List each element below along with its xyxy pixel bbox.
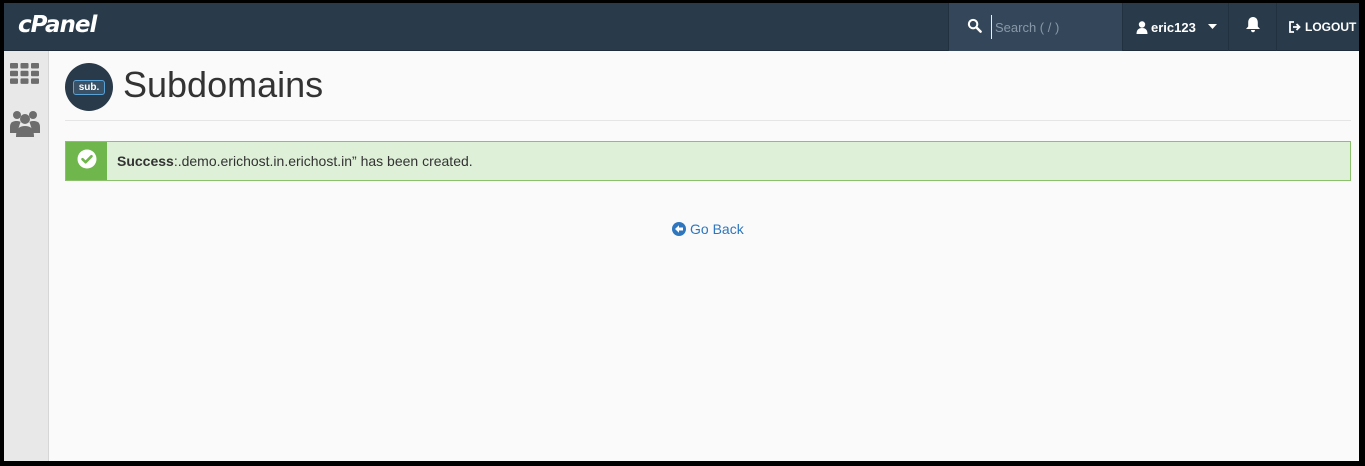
success-alert: Success:.demo.erichost.in.erichost.in” h… — [65, 141, 1351, 181]
cpanel-logo[interactable]: cPanel — [18, 12, 97, 38]
alert-label: Success — [117, 153, 174, 169]
search-box — [948, 3, 1122, 51]
logout-label: LOGOUT — [1305, 20, 1357, 34]
alert-message: Success:.demo.erichost.in.erichost.in” h… — [117, 153, 473, 169]
main-content: sub. Subdomains Success:.demo.erichost.i… — [65, 51, 1351, 237]
caret-down-icon — [1207, 24, 1217, 30]
app-icon-label: sub. — [72, 79, 106, 95]
logout-button[interactable]: LOGOUT — [1276, 3, 1359, 51]
subdomains-app-icon: sub. — [65, 63, 113, 111]
search-input[interactable] — [991, 15, 1116, 39]
grid-icon[interactable] — [10, 63, 39, 89]
sidebar — [4, 51, 49, 461]
notifications-button[interactable] — [1228, 3, 1276, 51]
users-icon[interactable] — [10, 107, 40, 142]
top-navbar: cPanel eric123 — [4, 3, 1359, 51]
page-header: sub. Subdomains — [65, 51, 1351, 121]
app-window: cPanel eric123 — [4, 3, 1359, 461]
bell-icon — [1245, 16, 1261, 38]
page-title: Subdomains — [123, 64, 324, 105]
go-back-label: Go Back — [690, 221, 744, 237]
go-back-link[interactable]: Go Back — [672, 221, 744, 237]
alert-body: :.demo.erichost.in.erichost.in” has been… — [173, 153, 473, 169]
alert-icon-box — [66, 142, 107, 180]
username-label: eric123 — [1151, 19, 1196, 35]
arrow-circle-left-icon — [672, 222, 686, 236]
check-circle-icon — [77, 149, 97, 174]
user-menu[interactable]: eric123 — [1122, 3, 1228, 51]
search-icon — [967, 18, 982, 38]
user-icon — [1136, 20, 1148, 34]
logout-icon — [1289, 21, 1302, 33]
